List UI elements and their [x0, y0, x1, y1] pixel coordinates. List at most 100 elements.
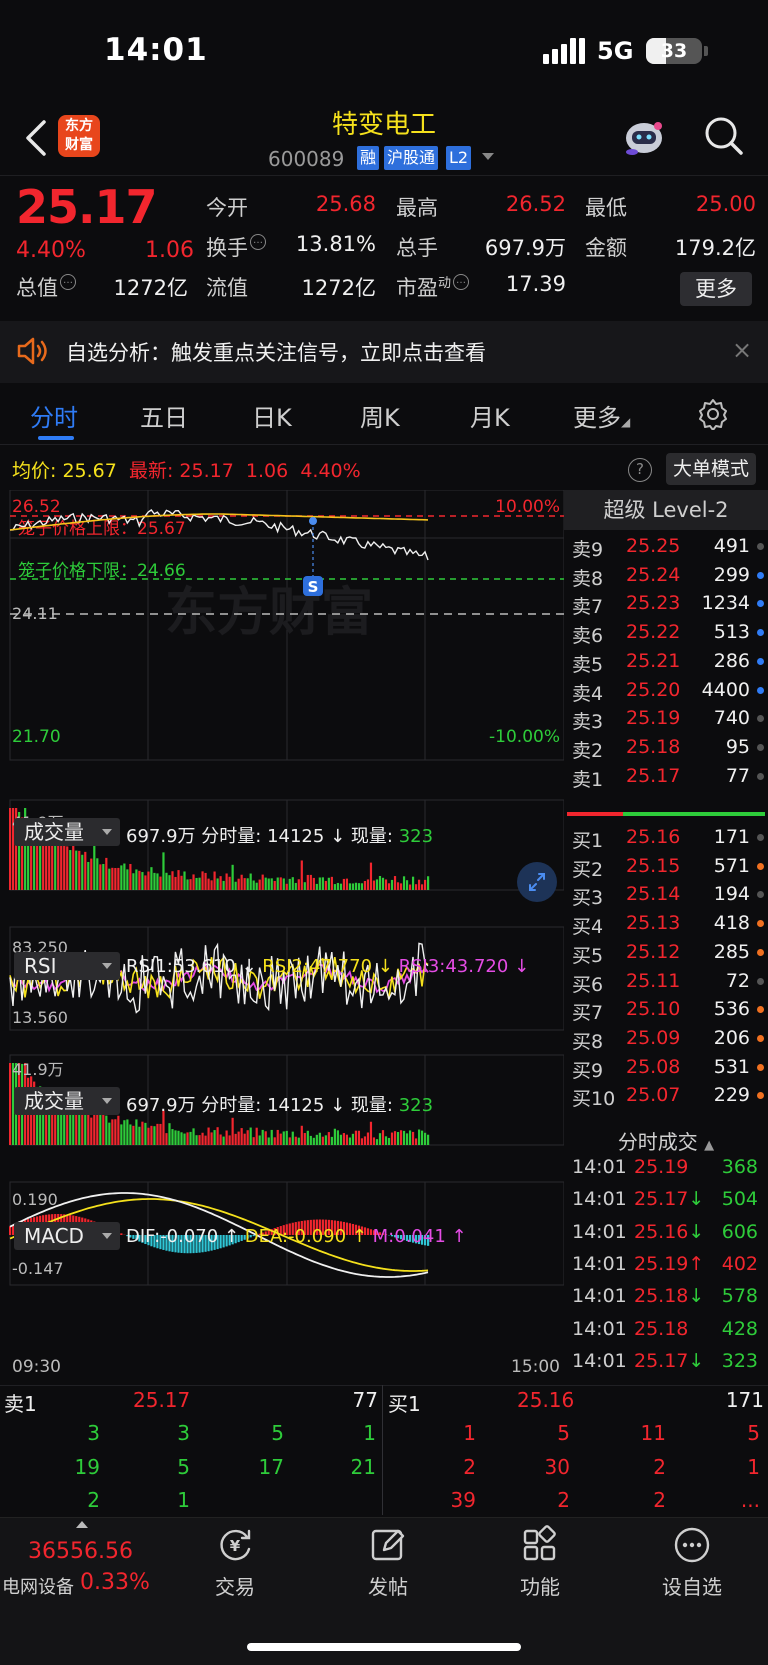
nav-trade[interactable]: ¥ 交易	[190, 1525, 280, 1600]
bid-row[interactable]: 买5 25.12 285	[564, 938, 768, 968]
ask-row[interactable]: 卖6 25.22 513	[564, 618, 768, 648]
order-dot	[757, 772, 764, 780]
tab-monthly-k[interactable]: 月K	[470, 398, 510, 433]
ask-bid-ratio-red	[567, 812, 623, 816]
tag-connect: 沪股通	[384, 146, 439, 170]
queue-sell-price: 25.17	[133, 1388, 191, 1412]
tab-more[interactable]: 更多◢	[573, 398, 630, 433]
tick-price: 25.19↑	[634, 1252, 705, 1275]
info-icon[interactable]: …	[453, 274, 470, 290]
ask-bid-ratio-green	[623, 812, 765, 816]
s-marker-label: S	[308, 578, 319, 596]
rsi-selector[interactable]: RSI	[14, 952, 120, 980]
nav-functions[interactable]: 功能	[495, 1525, 585, 1600]
ask-row[interactable]: 卖2 25.18 95	[564, 733, 768, 763]
volume-selector-2[interactable]: 成交量	[14, 1087, 120, 1115]
ask-row[interactable]: 卖3 25.19 740	[564, 704, 768, 734]
ask-row[interactable]: 卖1 25.17 77	[564, 762, 768, 792]
bid-price: 25.12	[626, 940, 681, 963]
pct-top-label: 10.00%	[495, 497, 560, 517]
help-icon[interactable]: ?	[628, 458, 652, 482]
ask-level-label: 卖3	[572, 711, 604, 734]
bid-row[interactable]: 买3 25.14 194	[564, 880, 768, 910]
queue-buy-cell: 5	[747, 1421, 760, 1445]
level2-title[interactable]: 超级 Level-2	[564, 490, 768, 530]
ticks-title[interactable]: 分时成交 ▲	[564, 1126, 768, 1155]
volume-selector-1[interactable]: 成交量	[14, 818, 120, 846]
tab-five-day[interactable]: 五日	[140, 398, 188, 433]
tick-row: 14:01 25.16↓ 606	[564, 1217, 768, 1249]
search-icon[interactable]	[702, 114, 744, 156]
bid-price: 25.09	[626, 1026, 681, 1049]
tick-row: 14:01 25.18↓ 578	[564, 1281, 768, 1313]
ask-row[interactable]: 卖5 25.21 286	[564, 647, 768, 677]
label-open: 今开	[206, 196, 248, 220]
bid-row[interactable]: 买9 25.08 531	[564, 1053, 768, 1083]
bid-level-label: 买5	[572, 944, 604, 967]
queue-sell-cell: 3	[87, 1421, 100, 1445]
bid-row[interactable]: 买6 25.11 72	[564, 967, 768, 997]
value-turnover: 13.81%	[295, 232, 376, 256]
macd-selector[interactable]: MACD	[14, 1222, 120, 1250]
info-icon[interactable]: …	[60, 274, 76, 290]
bid-price: 25.15	[626, 854, 681, 877]
queue-buy-cell: 11	[640, 1421, 666, 1445]
more-button[interactable]: 更多	[680, 272, 752, 306]
expand-icon[interactable]	[517, 862, 557, 902]
gear-icon[interactable]	[697, 398, 729, 430]
time-end: 15:00	[511, 1357, 560, 1377]
info-icon[interactable]: …	[250, 234, 266, 250]
tab-intraday[interactable]: 分时	[30, 398, 78, 433]
sector-index-value[interactable]: 36556.56	[28, 1539, 133, 1564]
queue-buy-cell: ...	[740, 1488, 760, 1512]
robot-assistant-icon[interactable]	[622, 116, 666, 158]
sector-index-name[interactable]: 电网设备	[2, 1573, 74, 1599]
close-icon[interactable]: ×	[732, 336, 752, 364]
value-high: 26.52	[505, 192, 566, 216]
bid-level-label: 买10	[572, 1088, 616, 1111]
ask-price: 25.17	[626, 764, 681, 787]
ask-price: 25.24	[626, 563, 681, 586]
caret-down-icon: ◢	[621, 415, 631, 429]
tab-daily-k[interactable]: 日K	[252, 398, 292, 433]
ask-row[interactable]: 卖9 25.25 491	[564, 532, 768, 562]
value-market-cap: 1272亿	[113, 276, 188, 300]
bid-price: 25.08	[626, 1055, 681, 1078]
home-indicator[interactable]	[247, 1643, 521, 1651]
bid-row[interactable]: 买2 25.15 571	[564, 852, 768, 882]
chevron-down-icon	[102, 1098, 112, 1104]
nav-add-watchlist[interactable]: 设自选	[647, 1525, 737, 1600]
bid-row[interactable]: 买10 25.07 229	[564, 1081, 768, 1111]
label-amount: 金额	[585, 236, 627, 260]
bid-level-label: 买1	[572, 830, 604, 852]
order-dot	[757, 1063, 764, 1071]
queue-sell-cell: 5	[271, 1421, 284, 1445]
queue-buy-cell: 1	[747, 1454, 760, 1479]
tick-row: 14:01 25.17↓ 323	[564, 1346, 768, 1378]
ask-row[interactable]: 卖8 25.24 299	[564, 561, 768, 591]
bid-row[interactable]: 买1 25.16 171	[564, 823, 768, 853]
chevron-down-icon[interactable]	[482, 153, 494, 160]
ask-row[interactable]: 卖4 25.20 4400	[564, 676, 768, 706]
bid-row[interactable]: 买7 25.10 536	[564, 995, 768, 1025]
nav-post-label: 发帖	[368, 1575, 408, 1599]
svg-text:¥: ¥	[230, 1537, 241, 1555]
tick-volume: 578	[721, 1285, 758, 1308]
queue-buy-label: 买1	[388, 1392, 421, 1416]
ask-row[interactable]: 卖7 25.23 1234	[564, 589, 768, 619]
tick-time: 14:01	[572, 1285, 627, 1308]
bid-row[interactable]: 买4 25.13 418	[564, 909, 768, 939]
tick-volume: 368	[721, 1156, 758, 1178]
order-dot	[757, 571, 764, 579]
tab-weekly-k[interactable]: 周K	[360, 398, 400, 433]
bid-level-label: 买6	[572, 973, 604, 996]
ask-volume: 299	[713, 563, 750, 586]
queue-divider	[382, 1385, 383, 1515]
tick-time: 14:01	[572, 1252, 627, 1275]
bid-row[interactable]: 买8 25.09 206	[564, 1024, 768, 1054]
big-order-mode-button[interactable]: 大单模式	[666, 453, 756, 485]
nav-post[interactable]: 发帖	[343, 1525, 433, 1600]
caret-up-icon[interactable]	[76, 1521, 88, 1528]
tab-active-indicator	[38, 436, 74, 440]
sector-index-pct[interactable]: 0.33%	[80, 1570, 150, 1595]
